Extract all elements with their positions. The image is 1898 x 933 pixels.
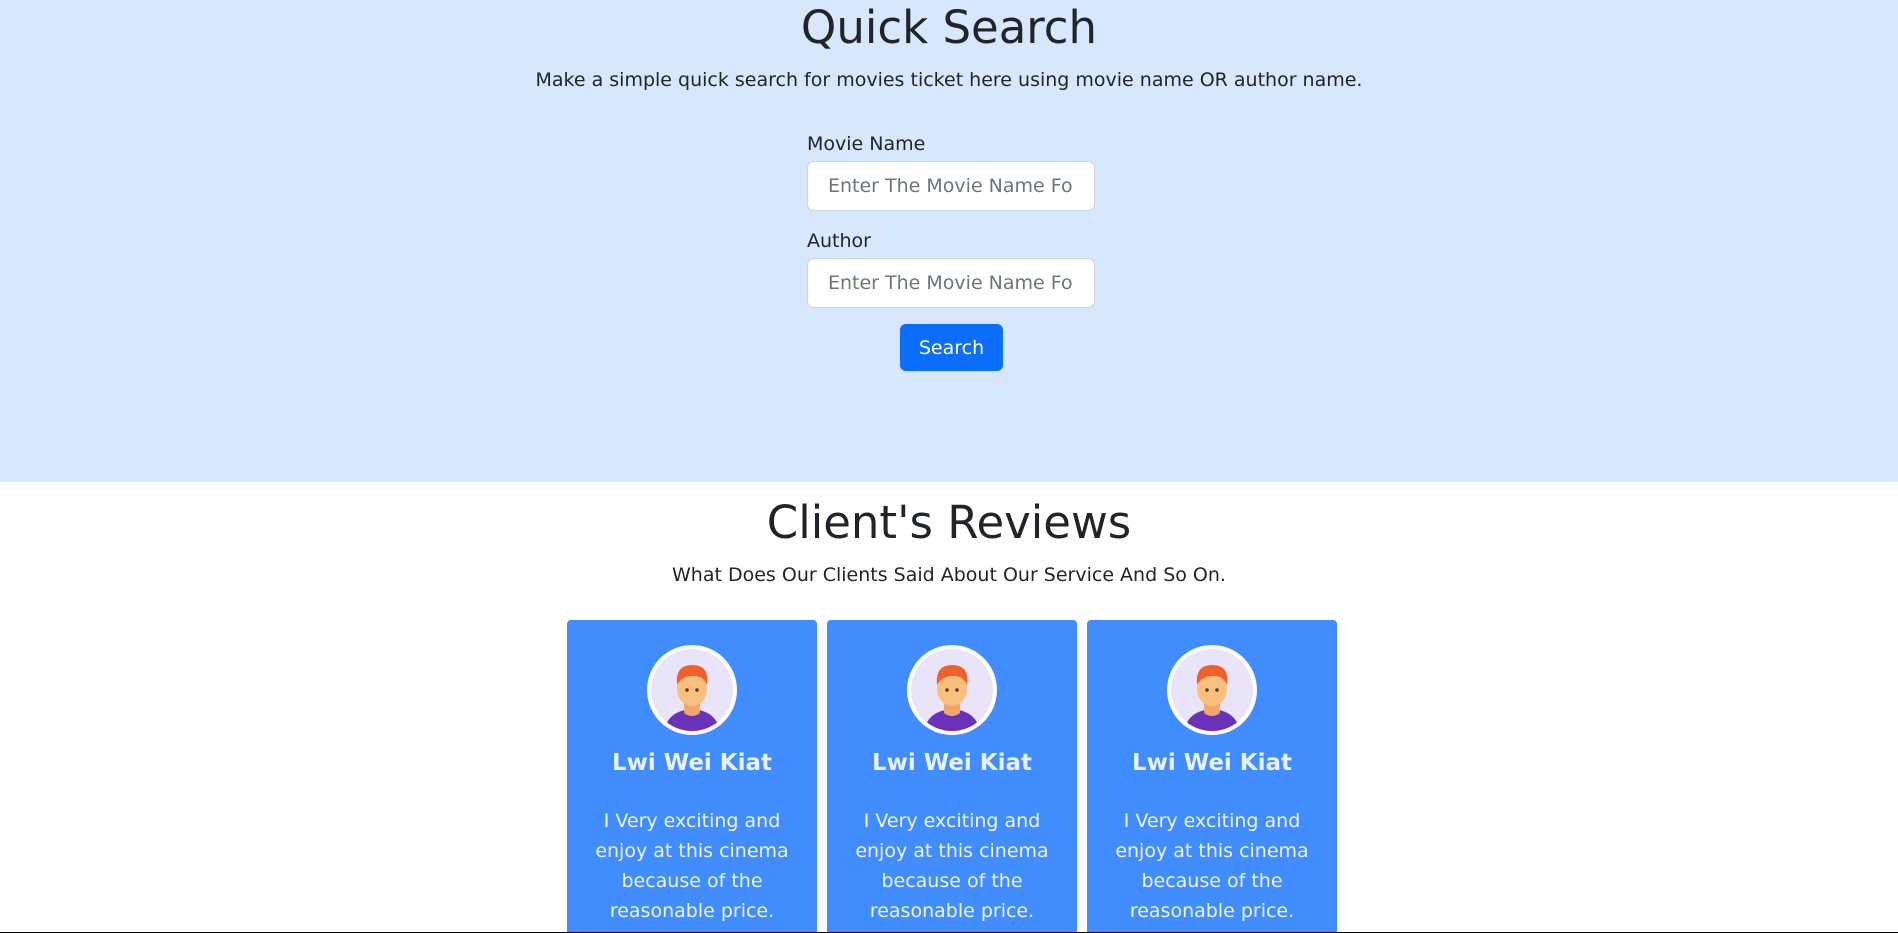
review-text: I Very exciting and enjoy at this cinema…	[855, 810, 1049, 922]
user-avatar-icon	[647, 645, 737, 735]
author-label: Author	[807, 230, 871, 252]
review-text: I Very exciting and enjoy at this cinema…	[1115, 810, 1309, 922]
review-card: Lwi Wei Kiat I Very exciting and enjoy a…	[567, 620, 817, 932]
reviewer-name: Lwi Wei Kiat	[1131, 750, 1293, 776]
quick-search-title: Quick Search	[800, 1, 1098, 54]
reviews-title: Client's Reviews	[766, 496, 1132, 549]
user-avatar-icon	[907, 645, 997, 735]
review-card: Lwi Wei Kiat I Very exciting and enjoy a…	[1087, 620, 1337, 932]
movie-name-label: Movie Name	[807, 133, 926, 155]
reviewer-name: Lwi Wei Kiat	[871, 750, 1033, 776]
author-input[interactable]	[807, 258, 1095, 308]
review-card: Lwi Wei Kiat I Very exciting and enjoy a…	[827, 620, 1077, 932]
review-text: I Very exciting and enjoy at this cinema…	[595, 810, 789, 922]
user-avatar-icon	[1167, 645, 1257, 735]
page: Quick Search Make a simple quick search …	[0, 0, 1898, 932]
quick-search-section: Quick Search Make a simple quick search …	[0, 0, 1898, 482]
movie-name-input[interactable]	[807, 161, 1095, 211]
quick-search-subtitle: Make a simple quick search for movies ti…	[535, 69, 1363, 91]
reviewer-name: Lwi Wei Kiat	[611, 750, 773, 776]
reviews-subtitle: What Does Our Clients Said About Our Ser…	[672, 564, 1226, 586]
search-button[interactable]: Search	[900, 324, 1003, 371]
